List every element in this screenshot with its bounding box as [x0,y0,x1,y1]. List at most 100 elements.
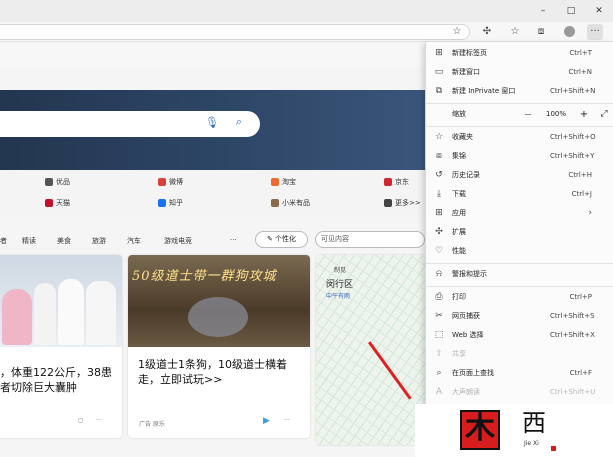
quick-link[interactable]: 小米有品 [271,197,310,209]
favorites-icon[interactable]: ☆ [507,24,523,40]
menu-item-new-tab[interactable]: ⊞ 新建标签页 Ctrl+T [426,44,613,62]
menu-item-label: 新建窗口 [452,68,480,76]
collections-icon[interactable]: ⧈ [533,24,549,40]
menu-item-label: 扩展 [452,228,466,236]
watermark-char: 木 [465,411,495,446]
news-card[interactable]: ，体重122公斤，38患者切除巨大囊肿 ◻ ··· [0,255,122,438]
more-icon[interactable]: ··· [96,417,102,424]
menu-item-shortcut: Ctrl+Shift+N [550,87,596,95]
read-aloud-icon: A [435,387,443,397]
menu-item-shortcut: Ctrl+P [569,293,592,301]
quick-link[interactable]: 微博 [158,176,183,188]
quick-link[interactable]: 淘宝 [271,176,296,188]
watermark-char: 西 [522,409,546,437]
menu-item-label: 性能 [452,247,466,255]
category-tab[interactable]: 游戏电竞 [164,236,192,246]
category-tab[interactable]: 者 [0,236,7,246]
fullscreen-icon[interactable]: ⤢ [594,109,613,119]
site-icon [45,199,53,207]
minimize-button[interactable]: – [531,3,555,19]
watermark-sub: Jie Xi [524,440,539,447]
quick-link[interactable]: 京东 [384,176,409,188]
menu-item-inprivate[interactable]: ⧉ 新建 InPrivate 窗口 Ctrl+Shift+N [426,82,613,100]
menu-item-label: 应用 [452,209,466,217]
quick-link[interactable]: 知乎 [158,197,183,209]
menu-separator [426,103,613,104]
category-tab[interactable]: 旅游 [92,236,106,246]
site-icon [271,199,279,207]
more-icon[interactable]: ··· [284,417,290,424]
site-icon [384,199,392,207]
menu-separator [426,286,613,287]
quick-link-label: 小米有品 [282,199,310,207]
alerts-icon: ⍾ [436,269,442,279]
play-icon[interactable]: ▶ [263,416,270,426]
screenshot-icon: ✂ [435,311,443,321]
favorite-add-icon[interactable]: ☆ [449,24,465,40]
menu-item-alerts[interactable]: ⍾ 警报和提示 [426,265,613,283]
category-tab[interactable]: 汽车 [127,236,141,246]
menu-item-favorites[interactable]: ☆ 收藏夹 Ctrl+Shift+O [426,128,613,146]
ad-card[interactable]: 50级道士带一群狗攻城 1级道士1条狗，10级道士横着走，立即试玩>> 广告 原… [128,255,310,438]
menu-item-screenshot[interactable]: ✂ 网页捕获 Ctrl+Shift+S [426,307,613,325]
menu-item-label: 集锦 [452,152,466,160]
weather-map-card[interactable]: 制见 闵行区 中午有雨 [316,255,426,445]
menu-item-zoom: 缩放 — 100% + ⤢ [426,105,613,123]
visibility-select[interactable]: 可见内容 [315,231,425,248]
watermark-logo: 木 [460,410,500,450]
menu-item-shortcut: Ctrl+Shift+Y [550,152,595,160]
quick-link-label: 优品 [56,178,70,186]
zoom-in-button[interactable]: + [574,109,594,120]
more-categories-button[interactable]: ··· [230,236,237,244]
menu-item-extensions[interactable]: ✣ 扩展 [426,223,613,241]
performance-icon: ♡ [434,246,444,256]
browser-menu: ⊞ 新建标签页 Ctrl+T ▭ 新建窗口 Ctrl+N ⧉ 新建 InPrivate 窗… [425,42,613,457]
search-icon[interactable]: ⌕ [231,115,247,131]
menu-item-web-select[interactable]: ⬚ Web 选择 Ctrl+Shift+X [426,326,613,344]
menu-item-print[interactable]: ⎙ 打印 Ctrl+P [426,288,613,306]
quick-link-label: 更多>> [395,199,421,207]
personalize-label: 个性化 [275,235,297,243]
profile-icon[interactable] [561,24,577,40]
share-icon: ⇪ [435,349,443,359]
close-button[interactable]: ✕ [587,3,611,19]
menu-item-find[interactable]: ⌕ 在页面上查找 Ctrl+F [426,364,613,382]
menu-item-apps[interactable]: ⊞ 应用 › [426,204,613,222]
ad-banner-text: 50级道士带一群狗攻城 [132,269,277,284]
menu-item-collections[interactable]: ⧈ 集锦 Ctrl+Shift+Y [426,147,613,165]
menu-item-performance[interactable]: ♡ 性能 [426,242,613,260]
save-icon[interactable]: ◻ [78,417,83,424]
quick-links: 优品 微博 淘宝 京东 天猫 知乎 小米有品 更多>> [0,170,425,218]
quick-link[interactable]: 天猫 [45,197,70,209]
site-icon [384,178,392,186]
menu-item-shortcut: Ctrl+J [571,190,592,198]
site-icon [45,178,53,186]
ad-image: 50级道士带一群狗攻城 [128,255,310,347]
menu-item-shortcut: Ctrl+Shift+O [550,133,596,141]
ad-title: 1级道士1条狗，10级道士横着走，立即试玩>> [138,358,287,386]
address-bar[interactable] [0,24,470,40]
menu-item-label: 在页面上查找 [452,369,494,377]
zoom-out-button[interactable]: — [518,110,538,118]
maximize-button[interactable]: □ [559,3,583,19]
search-input[interactable] [0,111,260,137]
personalize-button[interactable]: ✎ 个性化 [255,231,308,248]
category-tab[interactable]: 精读 [22,236,36,246]
zoom-label: 缩放 [452,110,466,118]
category-tab[interactable]: 美食 [57,236,71,246]
menu-item-label: 新建 InPrivate 窗口 [452,87,516,95]
menu-item-shortcut: Ctrl+N [568,68,592,76]
quick-link[interactable]: 更多>> [384,197,421,209]
menu-item-share: ⇪ 共享 [426,345,613,363]
menu-item-downloads[interactable]: ⤓ 下载 Ctrl+J [426,185,613,203]
menu-item-new-window[interactable]: ▭ 新建窗口 Ctrl+N [426,63,613,81]
extensions-icon[interactable]: ✣ [479,24,495,40]
quick-link[interactable]: 优品 [45,176,70,188]
map-title: 制见 [334,267,347,274]
menu-item-shortcut: Ctrl+Shift+X [550,331,595,339]
map-location: 闵行区 [326,280,354,290]
menu-icon[interactable]: ··· [587,24,603,40]
microphone-icon[interactable]: 🎙 [205,116,219,132]
extensions-icon: ✣ [435,227,443,237]
menu-item-history[interactable]: ↺ 历史记录 Ctrl+H [426,166,613,184]
